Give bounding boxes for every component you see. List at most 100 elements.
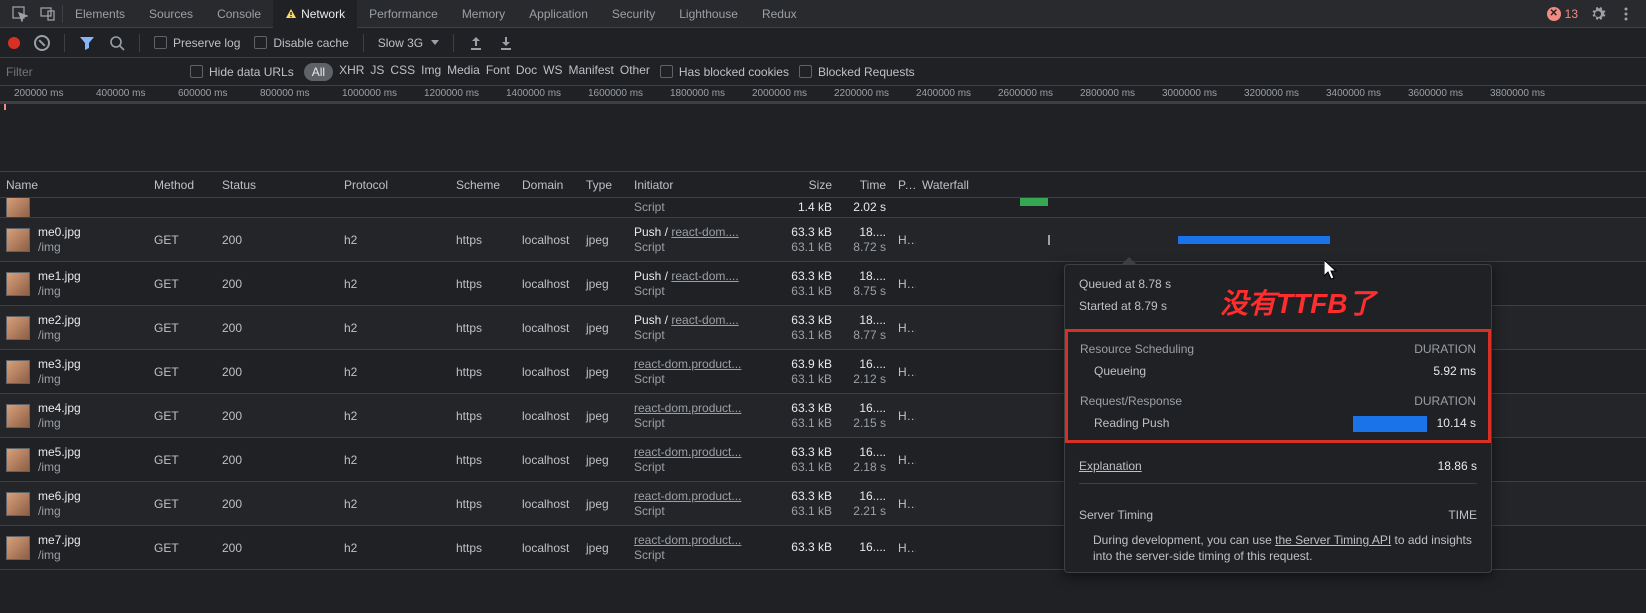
col-method[interactable]: Method bbox=[148, 178, 216, 192]
cell-type: jpeg bbox=[580, 321, 628, 335]
tab-memory[interactable]: Memory bbox=[450, 0, 517, 28]
filter-type-other[interactable]: Other bbox=[620, 63, 650, 81]
table-row[interactable]: me0.jpg/imgGET200h2httpslocalhostjpegPus… bbox=[0, 218, 1646, 262]
tooltip-queued: Queued at 8.78 s bbox=[1079, 273, 1171, 295]
tab-sources[interactable]: Sources bbox=[137, 0, 205, 28]
cell-initiator[interactable]: react-dom.product...Script bbox=[628, 357, 762, 387]
col-name[interactable]: Name bbox=[0, 178, 148, 192]
col-status[interactable]: Status bbox=[216, 178, 338, 192]
cell-domain: localhost bbox=[516, 321, 580, 335]
col-priority[interactable]: P... bbox=[892, 178, 916, 192]
cell-initiator[interactable]: Script bbox=[628, 200, 762, 215]
cell-priority: H... bbox=[892, 233, 916, 247]
col-type[interactable]: Type bbox=[580, 178, 628, 192]
cell-size: 63.3 kB63.1 kB bbox=[762, 225, 838, 255]
hide-data-urls-checkbox[interactable]: Hide data URLs bbox=[190, 65, 294, 79]
throttling-select[interactable]: Slow 3G bbox=[378, 36, 439, 50]
tab-performance[interactable]: Performance bbox=[357, 0, 450, 28]
cell-initiator[interactable]: react-dom.product...Script bbox=[628, 445, 762, 475]
ruler-tick: 2200000 ms bbox=[834, 88, 916, 99]
filter-type-ws[interactable]: WS bbox=[543, 63, 562, 81]
tooltip-queueing-value: 5.92 ms bbox=[1433, 360, 1476, 382]
search-icon[interactable] bbox=[109, 35, 125, 51]
cell-initiator[interactable]: react-dom.product...Script bbox=[628, 489, 762, 519]
col-waterfall[interactable]: Waterfall bbox=[916, 178, 1646, 192]
cell-waterfall[interactable] bbox=[916, 198, 1646, 217]
filter-bar: Hide data URLs All XHR JS CSS Img Media Font Do… bbox=[0, 58, 1646, 86]
tooltip-server-timing-link[interactable]: the Server Timing API bbox=[1275, 533, 1391, 547]
col-scheme[interactable]: Scheme bbox=[450, 178, 516, 192]
filter-type-font[interactable]: Font bbox=[486, 63, 510, 81]
cell-initiator[interactable]: Push / react-dom....Script bbox=[628, 269, 762, 299]
preserve-log-checkbox[interactable]: Preserve log bbox=[154, 36, 240, 50]
error-count-badge[interactable]: ✕ 13 bbox=[1541, 7, 1584, 21]
cell-protocol: h2 bbox=[338, 497, 450, 511]
cell-protocol: h2 bbox=[338, 453, 450, 467]
col-initiator[interactable]: Initiator bbox=[628, 178, 762, 192]
cell-method: GET bbox=[148, 409, 216, 423]
thumbnail-icon bbox=[6, 536, 30, 560]
upload-har-icon[interactable] bbox=[468, 35, 484, 51]
cell-priority: H... bbox=[892, 497, 916, 511]
filter-input[interactable] bbox=[0, 65, 180, 79]
request-name: me3.jpg bbox=[38, 357, 81, 372]
request-path: /img bbox=[38, 504, 81, 519]
cell-initiator[interactable]: Push / react-dom....Script bbox=[628, 313, 762, 343]
settings-gear-icon[interactable] bbox=[1584, 0, 1612, 28]
table-row[interactable]: Script1.4 kB2.02 s bbox=[0, 198, 1646, 218]
inspect-element-icon[interactable] bbox=[6, 0, 34, 28]
cell-initiator[interactable]: Push / react-dom....Script bbox=[628, 225, 762, 255]
tab-lighthouse[interactable]: Lighthouse bbox=[667, 0, 750, 28]
col-time[interactable]: Time bbox=[838, 178, 892, 192]
filter-type-media[interactable]: Media bbox=[447, 63, 480, 81]
tab-redux[interactable]: Redux bbox=[750, 0, 809, 28]
thumbnail-icon bbox=[6, 272, 30, 296]
cell-method: GET bbox=[148, 277, 216, 291]
download-har-icon[interactable] bbox=[498, 35, 514, 51]
tab-application[interactable]: Application bbox=[517, 0, 600, 28]
filter-type-all[interactable]: All bbox=[304, 63, 333, 81]
blocked-requests-label: Blocked Requests bbox=[818, 65, 915, 79]
tab-security[interactable]: Security bbox=[600, 0, 667, 28]
filter-type-css[interactable]: CSS bbox=[390, 63, 415, 81]
more-vertical-icon[interactable] bbox=[1612, 0, 1640, 28]
timeline-overview[interactable] bbox=[0, 102, 1646, 172]
filter-type-doc[interactable]: Doc bbox=[516, 63, 537, 81]
filter-type-xhr[interactable]: XHR bbox=[339, 63, 364, 81]
col-size[interactable]: Size bbox=[762, 178, 838, 192]
device-toolbar-icon[interactable] bbox=[34, 0, 62, 28]
has-blocked-cookies-label: Has blocked cookies bbox=[679, 65, 789, 79]
filter-type-js[interactable]: JS bbox=[370, 63, 384, 81]
col-domain[interactable]: Domain bbox=[516, 178, 580, 192]
tab-console[interactable]: Console bbox=[205, 0, 273, 28]
cell-initiator[interactable]: react-dom.product...Script bbox=[628, 401, 762, 431]
cell-waterfall[interactable] bbox=[916, 218, 1646, 261]
filter-funnel-icon[interactable] bbox=[79, 35, 95, 51]
disable-cache-checkbox[interactable]: Disable cache bbox=[254, 36, 348, 50]
filter-type-manifest[interactable]: Manifest bbox=[569, 63, 614, 81]
blocked-requests-checkbox[interactable]: Blocked Requests bbox=[799, 65, 915, 79]
thumbnail-icon bbox=[6, 448, 30, 472]
tooltip-reading-push-value: 10.14 s bbox=[1437, 416, 1476, 430]
cell-size: 63.3 kB63.1 kB bbox=[762, 445, 838, 475]
annotation-text: 没有TTFB了 bbox=[1220, 282, 1376, 322]
tooltip-total: 18.86 s bbox=[1438, 455, 1477, 477]
cell-scheme: https bbox=[450, 277, 516, 291]
request-name: me2.jpg bbox=[38, 313, 81, 328]
cell-scheme: https bbox=[450, 233, 516, 247]
tab-network[interactable]: Network bbox=[273, 0, 357, 28]
error-count: 13 bbox=[1565, 7, 1578, 21]
has-blocked-cookies-checkbox[interactable]: Has blocked cookies bbox=[660, 65, 789, 79]
col-protocol[interactable]: Protocol bbox=[338, 178, 450, 192]
record-button[interactable] bbox=[8, 37, 20, 49]
tab-elements[interactable]: Elements bbox=[63, 0, 137, 28]
cell-status: 200 bbox=[216, 365, 338, 379]
tooltip-explanation-link[interactable]: Explanation bbox=[1079, 455, 1142, 477]
ruler-tick: 800000 ms bbox=[260, 88, 342, 99]
filter-type-img[interactable]: Img bbox=[421, 63, 441, 81]
clear-button[interactable] bbox=[34, 35, 50, 51]
cell-protocol: h2 bbox=[338, 277, 450, 291]
cell-initiator[interactable]: react-dom.product...Script bbox=[628, 533, 762, 563]
request-path: /img bbox=[38, 416, 81, 431]
request-path: /img bbox=[38, 548, 81, 563]
